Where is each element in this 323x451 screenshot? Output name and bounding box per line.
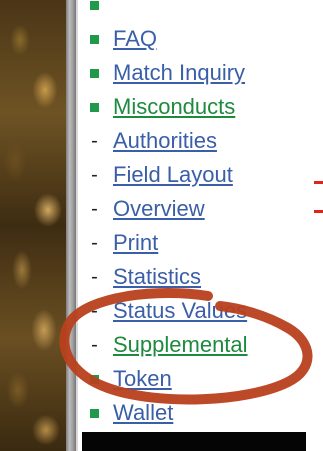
bullet-dash-icon: - (91, 334, 98, 356)
bullet-square-icon (90, 408, 99, 418)
frame-divider[interactable] (66, 0, 78, 451)
nav-link-print[interactable]: Print (113, 230, 158, 256)
list-item-token: Token (88, 362, 323, 396)
bullet-dash-icon: - (91, 130, 98, 152)
list-item-overview: - Overview (88, 192, 323, 226)
nav-link-field-layout[interactable]: Field Layout (113, 162, 233, 188)
bullet-square-icon (90, 374, 99, 384)
bullet-square-icon (90, 102, 99, 112)
bottom-black-bar (82, 432, 306, 451)
bullet-dash-icon: - (91, 266, 98, 288)
list-item-match-inquiry: Match Inquiry (88, 56, 323, 90)
bullet-square-icon (90, 68, 99, 78)
nav-link-misconducts[interactable]: Misconducts (113, 94, 235, 120)
nav-link-authorities[interactable]: Authorities (113, 128, 217, 154)
nav-link-supplemental[interactable]: Supplemental (113, 332, 248, 358)
list-item-supplemental: - Supplemental (88, 328, 323, 362)
red-edge-mark-bottom (314, 210, 323, 213)
bullet-dash-icon: - (91, 232, 98, 254)
red-edge-mark-top (314, 181, 323, 184)
list-item-authorities: - Authorities (88, 124, 323, 158)
list-item-status-values: - Status Values (88, 294, 323, 328)
list-item-wallet: Wallet (88, 396, 323, 430)
list-item-print: - Print (88, 226, 323, 260)
background-photo-strip (0, 0, 66, 451)
nav-link-faq[interactable]: FAQ (113, 26, 157, 52)
nav-link-status-values[interactable]: Status Values (113, 298, 247, 324)
nav-link-wallet[interactable]: Wallet (113, 400, 173, 426)
nav-link-overview[interactable]: Overview (113, 196, 205, 222)
nav-link-token[interactable]: Token (113, 366, 172, 392)
nav-link-statistics[interactable]: Statistics (113, 264, 201, 290)
list-item-field-layout: - Field Layout (88, 158, 323, 192)
bullet-square-icon (90, 0, 99, 10)
list-item-cut-off (88, 0, 323, 22)
list-item-statistics: - Statistics (88, 260, 323, 294)
bullet-dash-icon: - (91, 300, 98, 322)
bullet-dash-icon: - (91, 164, 98, 186)
submenu-list: FAQ Match Inquiry Misconducts - Authorit… (88, 0, 323, 430)
list-item-faq: FAQ (88, 22, 323, 56)
bullet-square-icon (90, 34, 99, 44)
bullet-dash-icon: - (91, 198, 98, 220)
nav-link-match-inquiry[interactable]: Match Inquiry (113, 60, 245, 86)
list-item-misconducts: Misconducts (88, 90, 323, 124)
